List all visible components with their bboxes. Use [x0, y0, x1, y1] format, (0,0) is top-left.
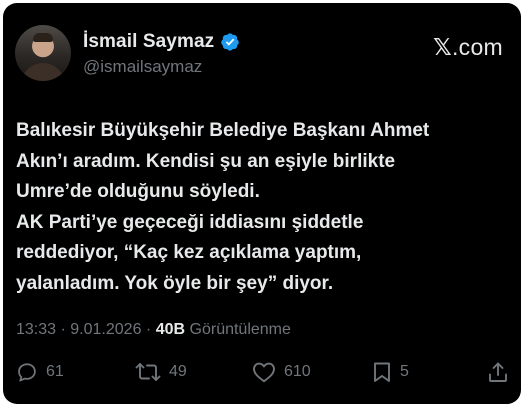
tweet-text: Balıkesir Büyükşehir Belediye Başkanı Ah…	[16, 116, 516, 299]
x-logo-suffix: .com	[451, 34, 503, 60]
author-name[interactable]: İsmail Saymaz	[83, 31, 214, 53]
like-count: 610	[284, 363, 311, 380]
avatar-hair	[33, 33, 53, 42]
tweet-line: Balıkesir Büyükşehir Belediye Başkanı Ah…	[16, 120, 430, 141]
reply-count: 61	[46, 363, 64, 380]
author-handle[interactable]: @ismailsaymaz	[83, 57, 202, 77]
share-icon	[487, 361, 509, 383]
view-count: 40B	[155, 321, 186, 338]
meta-separator: ·	[60, 321, 66, 338]
repost-button[interactable]: 49	[135, 361, 187, 383]
repost-count: 49	[169, 363, 187, 380]
author-name-row: İsmail Saymaz	[83, 31, 240, 53]
tweet-line: Akın’ı aradım. Kendisi şu an eşiyle birl…	[16, 150, 396, 172]
reply-button[interactable]: 61	[16, 361, 64, 383]
like-button[interactable]: 610	[252, 361, 311, 383]
meta-separator: ·	[145, 321, 152, 338]
avatar-shoulders	[21, 63, 65, 81]
share-button[interactable]	[487, 361, 509, 383]
repost-icon	[135, 361, 161, 383]
reply-icon	[16, 361, 38, 383]
tweet-time[interactable]: 13:33	[16, 321, 56, 338]
bookmark-icon	[372, 361, 392, 383]
x-logo: 𝕏.com	[433, 34, 503, 61]
tweet-date[interactable]: 9.01.2026	[70, 321, 141, 338]
bookmark-count: 5	[400, 363, 409, 380]
verified-badge-icon	[220, 32, 240, 52]
tweet-line: reddediyor, “Kaç kez açıklama yaptım,	[16, 242, 362, 263]
bookmark-button[interactable]: 5	[372, 361, 409, 383]
tweet-meta: 13:33 · 9.01.2026 · 40B Görüntülenme	[16, 321, 291, 339]
tweet-line: Umre’de olduğunu söyledi.	[16, 181, 260, 202]
tweet-line: yalanladım. Yok öyle bir şey” diyor.	[16, 272, 334, 294]
action-bar: 61 49 610 5	[3, 359, 521, 389]
x-logo-icon: 𝕏	[433, 34, 452, 60]
view-label: Görüntülenme	[189, 321, 291, 338]
author-avatar[interactable]	[15, 25, 71, 81]
tweet-card: İsmail Saymaz @ismailsaymaz 𝕏.com Balıke…	[3, 3, 521, 404]
tweet-line: AK Parti’ye geçeceği iddiasını şiddetle	[16, 211, 364, 233]
like-icon	[252, 361, 276, 383]
